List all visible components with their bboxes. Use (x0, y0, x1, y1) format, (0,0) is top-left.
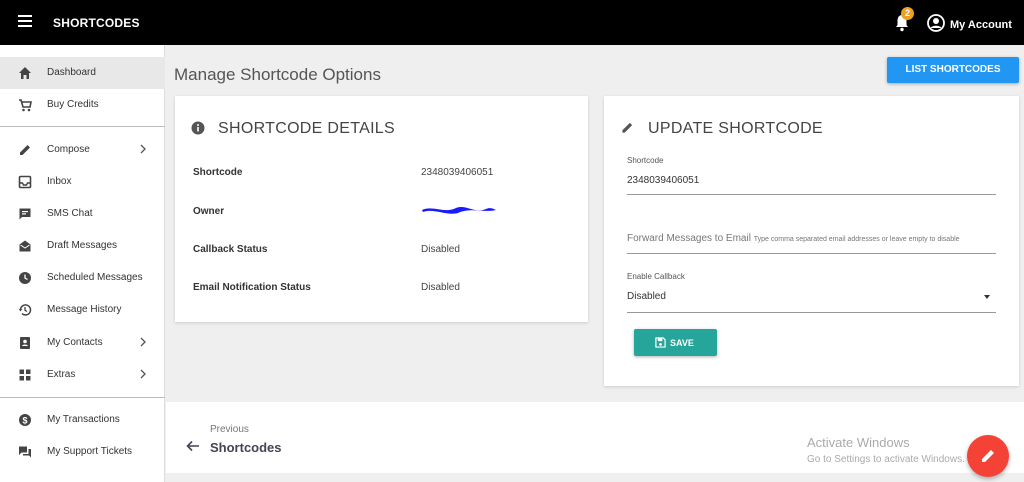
email-notification-status-value: Disabled (421, 282, 460, 293)
arrow-left-icon[interactable] (186, 440, 200, 452)
previous-label: Previous (210, 424, 249, 435)
previous-page-link[interactable]: Shortcodes (210, 440, 282, 455)
floating-edit-button[interactable] (967, 435, 1009, 477)
save-button-label: SAVE (670, 338, 694, 348)
sidebar-item-sms-chat[interactable]: SMS Chat (0, 198, 165, 230)
forward-email-input[interactable]: Forward Messages to Email Type comma sep… (627, 233, 996, 244)
svg-text:$: $ (22, 415, 27, 425)
contacts-icon (20, 337, 30, 349)
list-shortcodes-button[interactable]: LIST SHORTCODES (887, 57, 1019, 83)
hamburger-menu-icon[interactable] (18, 15, 32, 29)
top-app-bar: SHORTCODES 2 My Account (0, 0, 1024, 45)
page-title: Manage Shortcode Options (174, 65, 381, 84)
owner-label: Owner (193, 206, 225, 217)
grid-icon (19, 369, 31, 381)
sidebar-item-my-transactions[interactable]: $ My Transactions (0, 404, 165, 436)
chevron-right-icon (140, 144, 146, 154)
shortcode-details-card: SHORTCODE DETAILS Shortcode 234803940605… (175, 96, 588, 322)
floppy-disk-icon (655, 337, 666, 348)
brand-title: SHORTCODES (53, 16, 140, 30)
update-shortcode-title: UPDATE SHORTCODE (648, 120, 823, 137)
sidebar-item-label: Compose (47, 144, 90, 155)
enable-callback-label: Enable Callback (627, 272, 685, 281)
shortcode-input-underline (627, 194, 996, 195)
sidebar-item-inbox[interactable]: Inbox (0, 166, 165, 198)
inbox-icon (18, 175, 32, 189)
sidebar-item-label: Message History (47, 304, 122, 315)
sidebar-item-label: Dashboard (47, 67, 96, 78)
home-icon (19, 67, 31, 79)
sidebar-item-message-history[interactable]: Message History (0, 294, 165, 326)
pencil-icon (982, 450, 994, 462)
dollar-icon: $ (19, 414, 31, 426)
sidebar-item-scheduled-messages[interactable]: Scheduled Messages (0, 262, 165, 294)
sidebar-item-label: Scheduled Messages (47, 272, 143, 283)
sidebar-item-buy-credits[interactable]: Buy Credits (0, 89, 165, 121)
shortcode-field-label: Shortcode (627, 156, 664, 165)
sidebar-item-label: My Support Tickets (47, 446, 133, 457)
sidebar-divider (0, 126, 165, 127)
sidebar-item-label: SMS Chat (47, 208, 93, 219)
chat-icon (19, 208, 31, 220)
sidebar-item-my-contacts[interactable]: My Contacts (0, 327, 165, 359)
sidebar-item-label: My Transactions (47, 414, 120, 425)
callback-status-value: Disabled (421, 244, 460, 255)
email-notification-status-label: Email Notification Status (193, 282, 311, 293)
pencil-icon (622, 122, 633, 133)
sidebar-item-draft-messages[interactable]: Draft Messages (0, 230, 165, 262)
history-icon (18, 304, 32, 316)
activate-windows-subtitle: Go to Settings to activate Windows. (807, 454, 965, 465)
owner-redacted-scribble (422, 207, 496, 214)
shortcode-input[interactable]: 2348039406051 (627, 175, 699, 186)
sidebar: Dashboard Buy Credits Compose Inbox SMS … (0, 45, 165, 482)
info-icon (191, 121, 205, 135)
save-button[interactable]: SAVE (634, 329, 717, 356)
enable-callback-select[interactable]: Disabled (627, 291, 666, 302)
chevron-right-icon (140, 369, 146, 379)
sidebar-item-label: My Contacts (47, 337, 103, 348)
callback-status-label: Callback Status (193, 244, 268, 255)
sidebar-item-dashboard[interactable]: Dashboard (0, 57, 165, 89)
sidebar-divider (0, 397, 165, 398)
drafts-icon (19, 240, 31, 252)
sidebar-item-extras[interactable]: Extras (0, 359, 165, 391)
shortcode-label: Shortcode (193, 167, 243, 178)
notification-count-badge: 2 (901, 7, 914, 20)
activate-windows-title: Activate Windows (807, 435, 910, 450)
shortcode-details-title: SHORTCODE DETAILS (218, 120, 395, 137)
account-circle-icon[interactable] (927, 14, 945, 32)
sidebar-item-label: Extras (47, 369, 76, 380)
update-shortcode-card: UPDATE SHORTCODE Shortcode 2348039406051… (604, 96, 1019, 386)
dropdown-arrow-icon[interactable] (984, 295, 990, 299)
forum-icon (19, 446, 31, 458)
sidebar-item-label: Inbox (47, 176, 72, 187)
pencil-icon (20, 145, 30, 155)
forward-email-placeholder: Forward Messages to Email (627, 233, 751, 244)
cart-icon (19, 99, 32, 112)
sidebar-item-label: Buy Credits (47, 99, 99, 110)
forward-email-underline (627, 253, 996, 254)
chevron-right-icon (140, 337, 146, 347)
forward-email-hint: Type comma separated email addresses or … (753, 236, 960, 243)
my-account-link[interactable]: My Account (950, 19, 1012, 31)
shortcode-value: 2348039406051 (421, 167, 494, 178)
sidebar-item-my-support-tickets[interactable]: My Support Tickets (0, 436, 165, 468)
enable-callback-underline (627, 312, 996, 313)
sidebar-item-label: Draft Messages (47, 240, 118, 251)
sidebar-item-compose[interactable]: Compose (0, 134, 165, 166)
clock-icon (19, 272, 31, 284)
